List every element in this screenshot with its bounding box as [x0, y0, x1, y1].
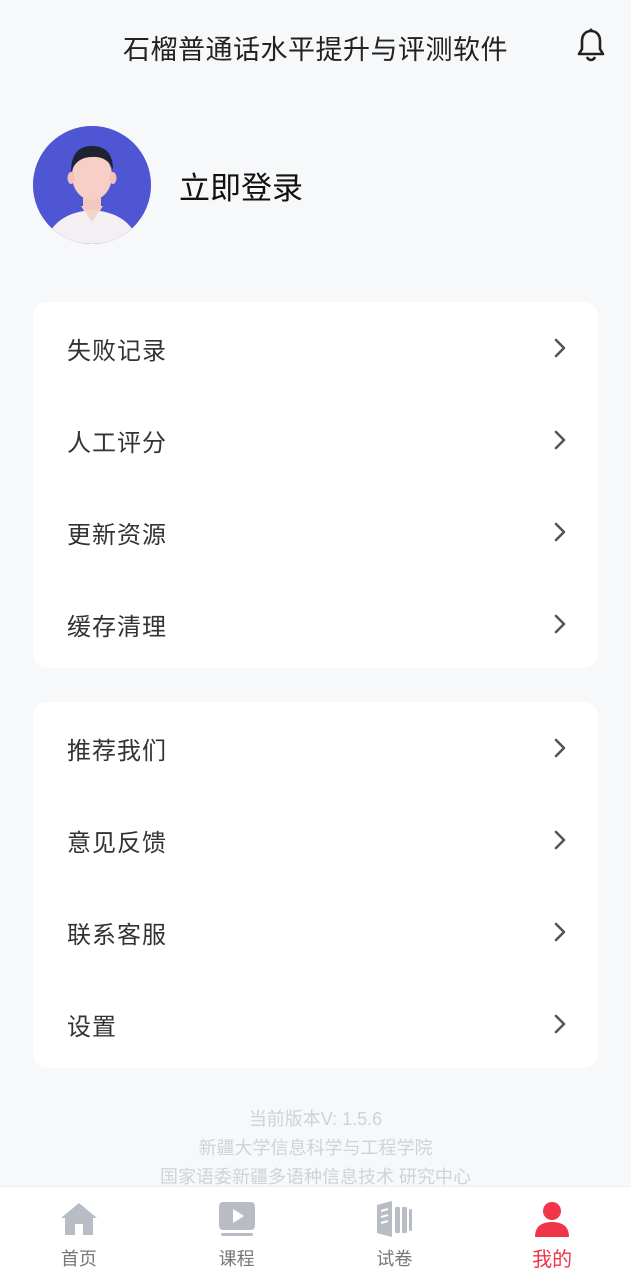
- profile-section[interactable]: 立即登录: [33, 125, 303, 245]
- app-info: 当前版本V: 1.5.6 新疆大学信息科学与工程学院 国家语委新疆多语种信息技术…: [0, 1105, 631, 1192]
- tab-label: 首页: [60, 1249, 97, 1269]
- menu-card-primary: 失败记录 人工评分 更新资源 缓存清理: [33, 302, 598, 668]
- menu-item-label: 失败记录: [67, 337, 167, 365]
- bottom-tab-bar: 首页 课程 试卷 我的: [0, 1186, 631, 1280]
- chevron-right-icon: [554, 522, 566, 542]
- menu-item-feedback[interactable]: 意见反馈: [33, 794, 598, 886]
- chevron-right-icon: [554, 922, 566, 942]
- tab-courses[interactable]: 课程: [158, 1187, 316, 1280]
- menu-item-failure-records[interactable]: 失败记录: [33, 302, 598, 394]
- app-header: 石榴普通话水平提升与评测软件: [0, 0, 631, 100]
- version-text: 当前版本V: 1.5.6: [248, 1109, 383, 1129]
- menu-item-manual-scoring[interactable]: 人工评分: [33, 394, 598, 486]
- menu-item-recommend[interactable]: 推荐我们: [33, 702, 598, 794]
- chevron-right-icon: [554, 430, 566, 450]
- menu-item-label: 更新资源: [67, 521, 167, 549]
- org-line-1: 新疆大学信息科学与工程学院: [198, 1138, 433, 1158]
- menu-item-update-resources[interactable]: 更新资源: [33, 486, 598, 578]
- chevron-right-icon: [554, 1014, 566, 1034]
- play-video-icon: [218, 1202, 255, 1236]
- chevron-right-icon: [554, 738, 566, 758]
- tab-home[interactable]: 首页: [0, 1187, 158, 1280]
- home-icon: [60, 1203, 97, 1235]
- menu-card-secondary: 推荐我们 意见反馈 联系客服 设置: [33, 702, 598, 1068]
- menu-item-label: 设置: [67, 1013, 117, 1041]
- menu-item-label: 意见反馈: [67, 829, 167, 857]
- menu-item-label: 推荐我们: [67, 737, 167, 765]
- chevron-right-icon: [554, 614, 566, 634]
- person-icon: [535, 1202, 570, 1237]
- login-link[interactable]: 立即登录: [179, 163, 303, 208]
- book-icon: [377, 1201, 413, 1237]
- page-title: 石榴普通话水平提升与评测软件: [123, 35, 508, 65]
- menu-item-label: 联系客服: [67, 921, 167, 949]
- user-avatar[interactable]: [33, 126, 151, 244]
- bell-icon[interactable]: [575, 28, 607, 64]
- tab-label: 我的: [532, 1249, 573, 1271]
- tab-exams[interactable]: 试卷: [316, 1187, 474, 1280]
- chevron-right-icon: [554, 338, 566, 358]
- menu-item-clear-cache[interactable]: 缓存清理: [33, 578, 598, 670]
- tab-mine[interactable]: 我的: [473, 1187, 631, 1280]
- tab-label: 试卷: [376, 1249, 413, 1269]
- menu-item-label: 人工评分: [67, 429, 167, 457]
- chevron-right-icon: [554, 830, 566, 850]
- menu-item-settings[interactable]: 设置: [33, 978, 598, 1070]
- tab-label: 课程: [218, 1249, 255, 1269]
- menu-item-customer-service[interactable]: 联系客服: [33, 886, 598, 978]
- menu-item-label: 缓存清理: [67, 613, 167, 641]
